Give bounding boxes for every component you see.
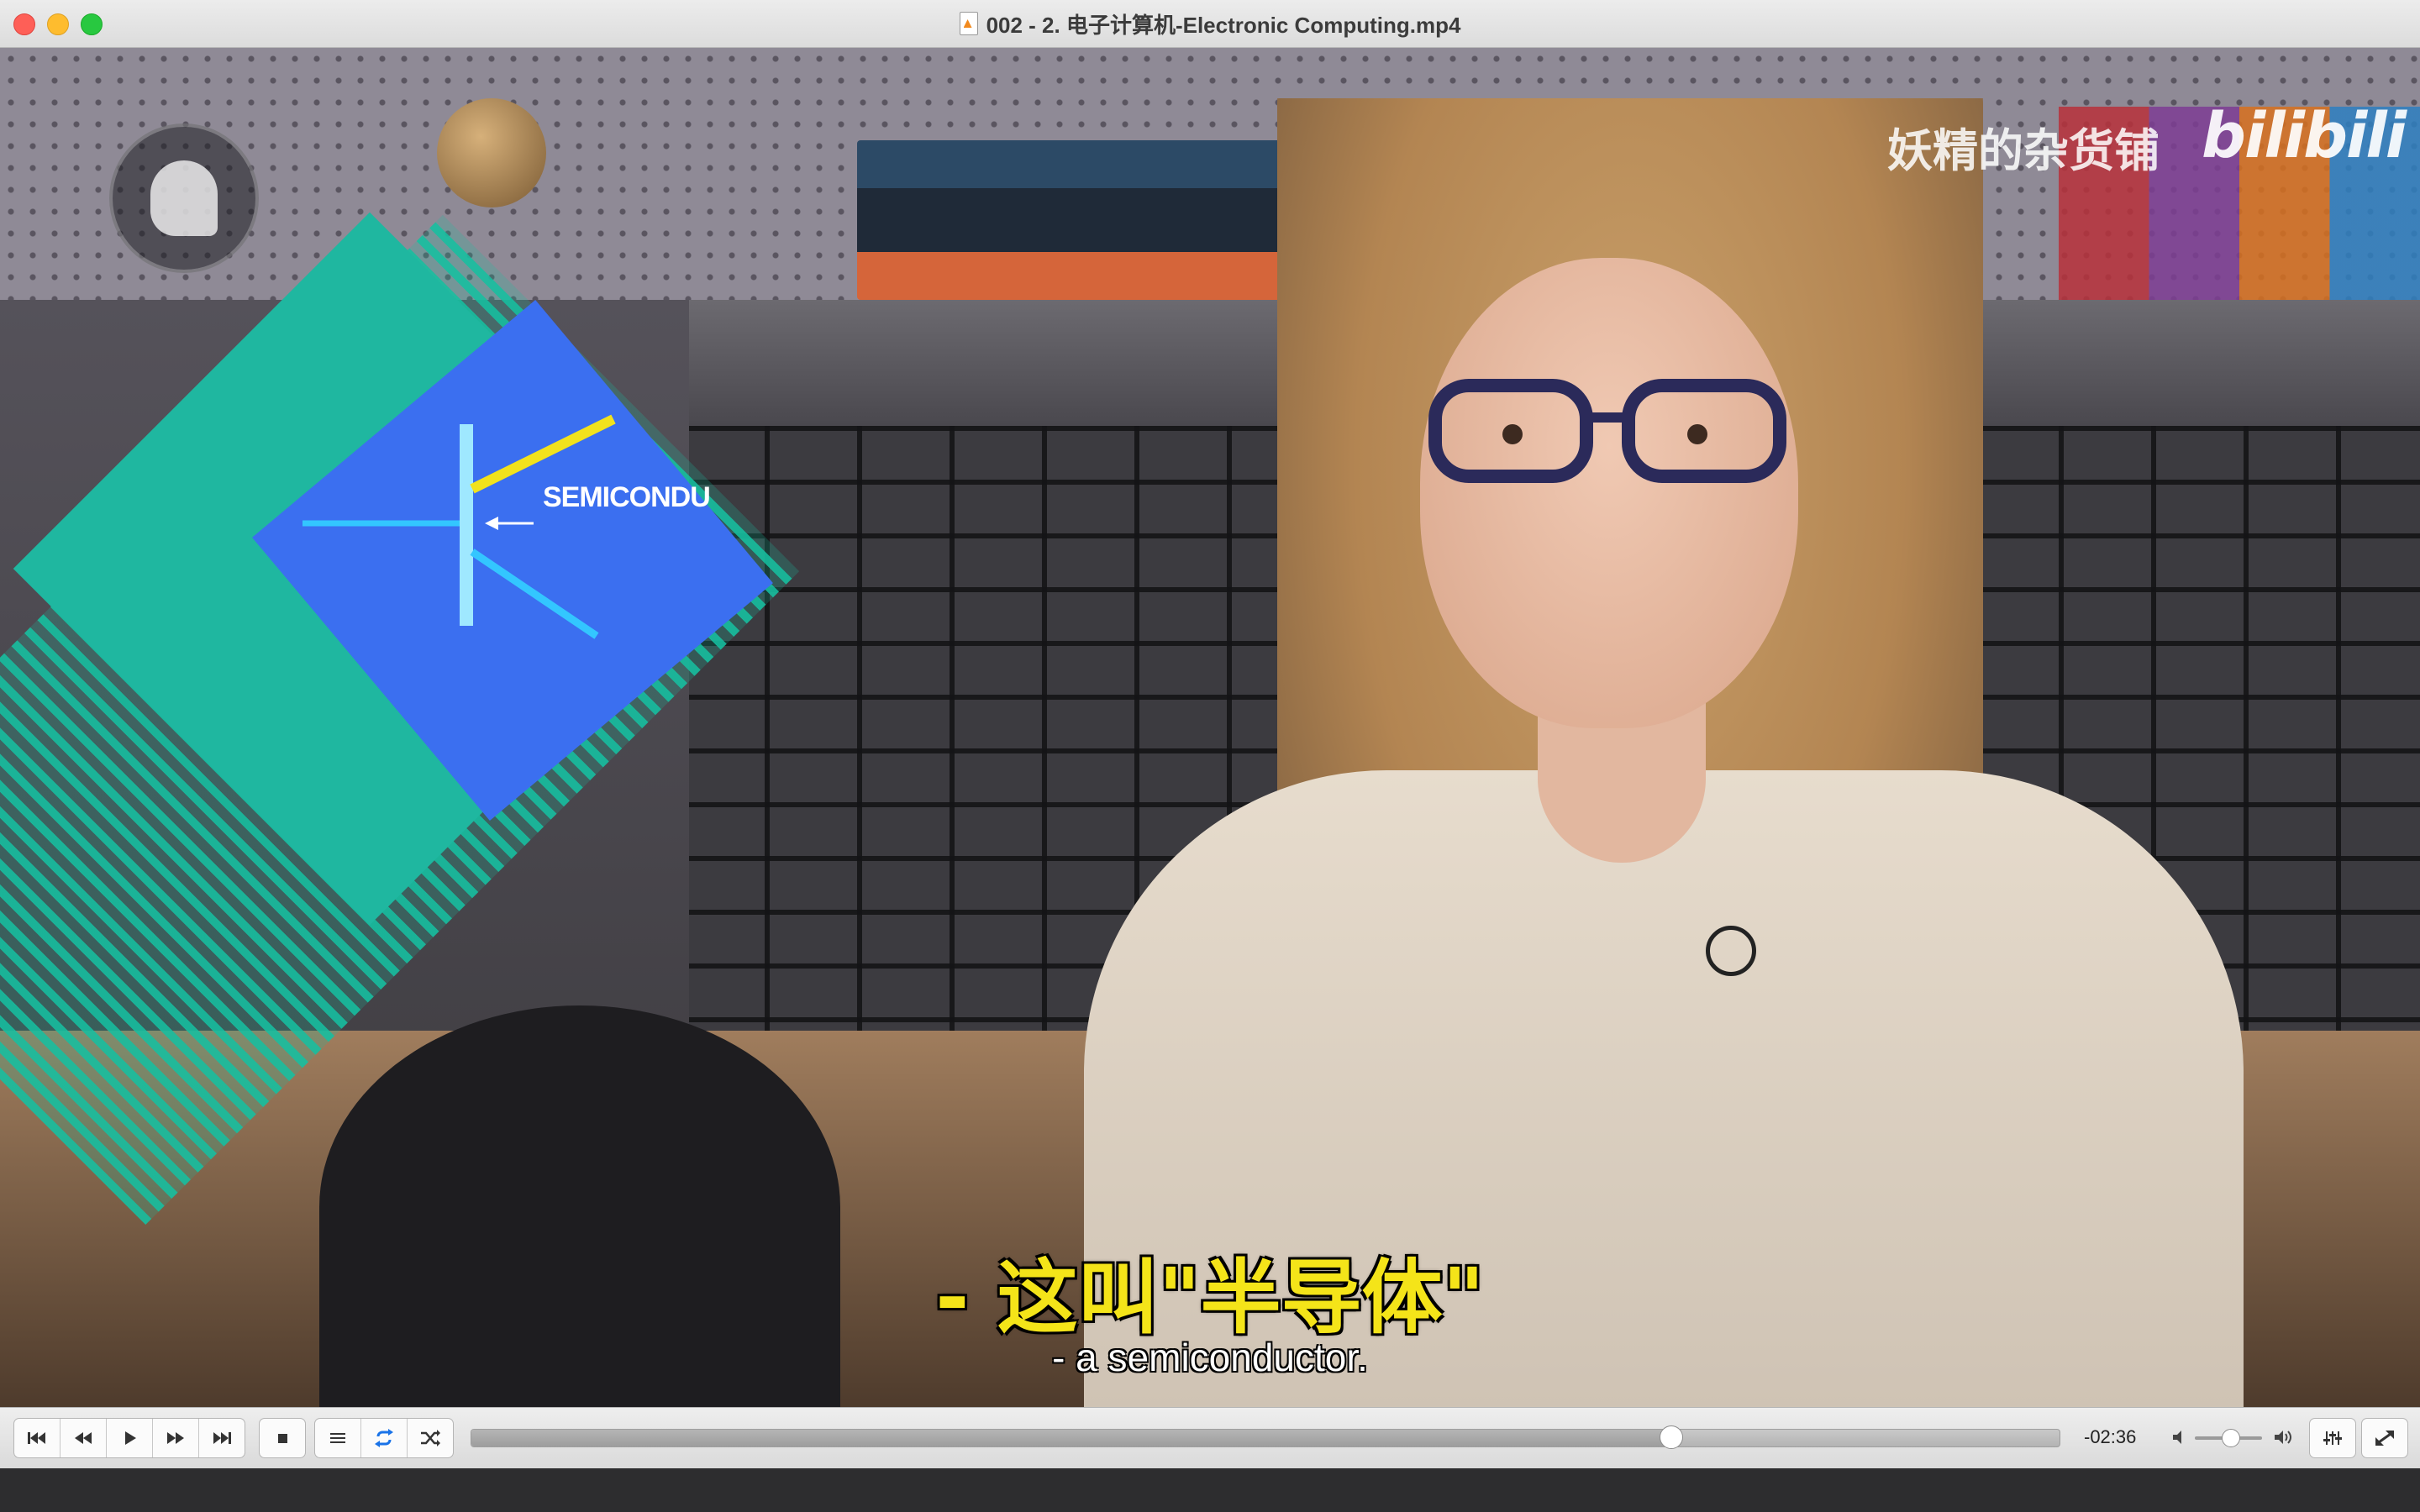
bilibili-logo: bilibili — [2202, 100, 2407, 172]
semiconductor-label: SEMICONDU — [543, 481, 711, 513]
skip-to-end-icon — [213, 1432, 231, 1444]
fullscreen-icon — [2375, 1431, 2394, 1446]
subtitle-chinese: - 这叫"半导体" — [935, 1251, 1485, 1345]
presenter-face — [1420, 258, 1798, 728]
rewind-button[interactable] — [60, 1419, 107, 1457]
subtitle-english: - a semiconductor. — [1052, 1336, 1368, 1379]
rewind-icon — [75, 1432, 92, 1444]
stop-icon — [278, 1434, 287, 1443]
volume-high-icon[interactable] — [2272, 1428, 2296, 1446]
stop-button[interactable] — [259, 1418, 306, 1458]
lapel-mic — [1706, 926, 1756, 976]
video-frame[interactable]: SEMICONDU 妖精的杂货铺 bilibili - 这叫"半导体" - a … — [0, 48, 2420, 1407]
video-file-icon — [959, 12, 978, 35]
books-prop — [857, 140, 1294, 300]
fullscreen-button[interactable] — [2361, 1418, 2408, 1458]
equalizer-icon — [2323, 1431, 2342, 1445]
fast-forward-button[interactable] — [153, 1419, 199, 1457]
play-button[interactable] — [107, 1419, 153, 1457]
transport-button-group — [13, 1418, 245, 1458]
seek-bar[interactable] — [471, 1425, 2060, 1449]
playlist-button[interactable] — [315, 1419, 361, 1457]
shuffle-button[interactable] — [408, 1419, 453, 1457]
window-title: 002 - 2. 电子计算机-Electronic Computing.mp4 — [986, 12, 1461, 38]
repeat-icon — [375, 1429, 393, 1447]
fast-forward-icon — [167, 1432, 184, 1444]
seek-bar-knob[interactable] — [1659, 1425, 1683, 1449]
uploader-watermark: 妖精的杂货铺 — [1887, 124, 2160, 177]
skip-to-end-button[interactable] — [199, 1419, 245, 1457]
playback-controls: -02:36 — [0, 1407, 2420, 1469]
equalizer-button[interactable] — [2309, 1418, 2356, 1458]
globe-prop — [437, 98, 546, 207]
seek-bar-played — [471, 1430, 1670, 1446]
pbs-logo-icon — [109, 123, 259, 273]
window-bottom-edge — [0, 1468, 2420, 1512]
skip-to-start-button[interactable] — [14, 1419, 60, 1457]
time-remaining[interactable]: -02:36 — [2084, 1426, 2136, 1448]
toggle-button-group — [314, 1418, 454, 1458]
play-icon — [125, 1431, 136, 1445]
skip-to-start-icon — [28, 1432, 45, 1444]
title-bar: 002 - 2. 电子计算机-Electronic Computing.mp4 — [0, 0, 2420, 48]
volume-slider[interactable] — [2195, 1429, 2262, 1447]
repeat-button[interactable] — [361, 1419, 408, 1457]
playlist-icon — [330, 1433, 345, 1443]
transistor-diagram — [302, 414, 616, 639]
presenter-glasses — [1428, 379, 1786, 483]
volume-low-icon[interactable] — [2170, 1428, 2189, 1446]
shuffle-icon — [421, 1430, 440, 1446]
volume-slider-knob[interactable] — [2221, 1429, 2240, 1447]
